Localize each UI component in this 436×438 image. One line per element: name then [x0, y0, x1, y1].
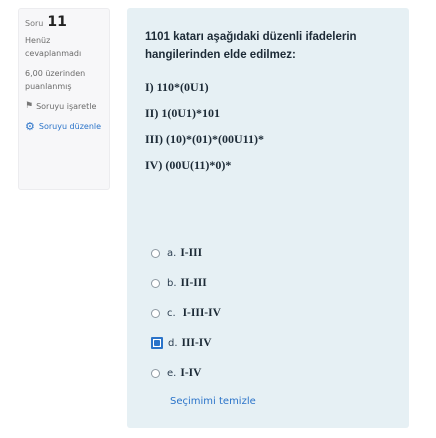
- clear-choice-link[interactable]: Seçimimi temizle: [170, 396, 256, 407]
- expression-item: I) 110*(0U1): [145, 80, 209, 94]
- radio-button[interactable]: [151, 368, 160, 378]
- expression-item: III) (10)*(01)*(00U11)*: [145, 132, 264, 146]
- question-text-line: 1101 katarı aşağıdaki düzenli ifadelerin: [145, 31, 357, 43]
- question-card: 1101 katarı aşağıdaki düzenli ifadelerin…: [127, 8, 409, 428]
- flag-icon: ⚑: [25, 101, 34, 111]
- question-text-line: hangilerinden elde edilmez:: [145, 49, 296, 61]
- radio-button[interactable]: [151, 308, 160, 318]
- expression-item: II) 1(0U1)*101: [145, 106, 220, 120]
- flag-question-label: Soruyu işaretle: [36, 102, 97, 111]
- radio-button[interactable]: [151, 278, 160, 288]
- option-text: I-III: [180, 247, 203, 259]
- question-status: Henüz cevaplanmadı: [25, 36, 82, 58]
- option-letter: c.: [167, 307, 176, 319]
- option-letter: b.: [167, 277, 177, 289]
- expression-list: I) 110*(0U1) II) 1(0U1)*101 III) (10)*(0…: [145, 78, 264, 182]
- question-info-panel: Soru 11 Henüz cevaplanmadı 6,00 üzerinde…: [18, 8, 110, 190]
- option-letter: a.: [167, 247, 177, 259]
- gear-icon: ⚙: [25, 120, 35, 133]
- answer-option-c[interactable]: c. I-III-IV: [151, 298, 221, 328]
- edit-question-label: Soruyu düzenle: [38, 122, 102, 131]
- answer-option-b[interactable]: b. II-III: [151, 268, 221, 298]
- answer-options: a. I-III b. II-III c. I-III-IV d. III-IV…: [151, 238, 221, 388]
- question-text: 1101 katarı aşağıdaki düzenli ifadelerin…: [145, 28, 400, 64]
- answer-option-e[interactable]: e. I-IV: [151, 358, 221, 388]
- option-text: I-IV: [180, 367, 202, 379]
- edit-question-link[interactable]: ⚙ Soruyu düzenle: [25, 120, 103, 133]
- flag-question-link[interactable]: ⚑ Soruyu işaretle: [25, 100, 103, 113]
- answer-option-d[interactable]: d. III-IV: [151, 328, 221, 358]
- answer-option-a[interactable]: a. I-III: [151, 238, 221, 268]
- option-text: II-III: [180, 277, 207, 289]
- option-text: I-III-IV: [179, 307, 221, 319]
- question-number: 11: [47, 14, 67, 30]
- option-letter: e.: [167, 367, 177, 379]
- question-label: Soru: [25, 19, 44, 28]
- question-score: 6,00 üzerinden puanlanmış: [25, 69, 86, 91]
- radio-button[interactable]: [151, 248, 160, 258]
- question-number-row: Soru 11: [25, 14, 103, 30]
- option-text: III-IV: [181, 337, 212, 349]
- radio-button-selected[interactable]: [151, 337, 163, 349]
- expression-item: IV) (00U(11)*0)*: [145, 158, 232, 172]
- option-letter: d.: [168, 337, 178, 349]
- selected-dot: [154, 340, 160, 346]
